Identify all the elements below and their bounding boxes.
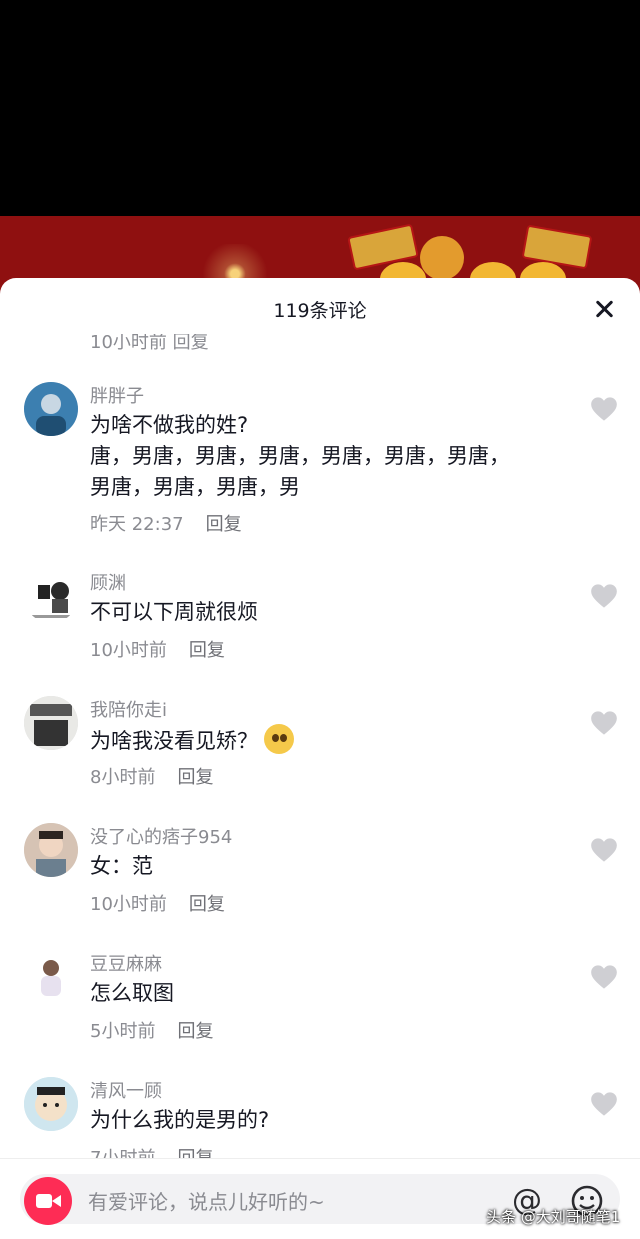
- comment-username[interactable]: 豆豆麻麻: [90, 950, 162, 976]
- tiger-mascot-image: [420, 236, 464, 280]
- comment-text: 怎么取图: [90, 981, 174, 1005]
- reply-button[interactable]: 回复: [189, 640, 225, 661]
- close-icon[interactable]: [590, 296, 618, 324]
- reply-button[interactable]: 回复: [206, 514, 242, 535]
- avatar[interactable]: [24, 569, 78, 623]
- comment-meta: 10小时前 回复: [90, 636, 225, 662]
- sheet-header: 119条评论: [0, 278, 640, 338]
- comment-item: 没了心的痞子954 女：范 10小时前 回复: [0, 823, 640, 923]
- avatar[interactable]: [24, 382, 78, 436]
- comment-text: 为什么我的是男的?: [90, 1108, 270, 1132]
- heart-icon[interactable]: [590, 964, 618, 990]
- watermark: 头条 @大刘哥随笔1: [486, 1208, 621, 1226]
- comment-text: 为啥不做我的姓? 唐，男唐，男唐，男唐，男唐，男唐，男唐， 男唐，男唐，男唐，男: [90, 413, 510, 499]
- comment-input[interactable]: [88, 1187, 488, 1217]
- reply-button[interactable]: 回复: [177, 1148, 213, 1158]
- pleading-face-emoji-icon: [264, 724, 294, 754]
- comment-meta: 7小时前 回复: [90, 1144, 213, 1158]
- comment-time: 10小时前: [90, 894, 167, 915]
- comment-meta: 10小时前 回复: [90, 890, 225, 916]
- comment-username[interactable]: 我陪你走i: [90, 696, 167, 722]
- comments-sheet: 119条评论 10小时前 回复 胖胖子 为啥不做我的姓? 唐，男唐，男唐，男唐，…: [0, 278, 640, 1239]
- comment-text: 女：范: [90, 854, 153, 878]
- comment-username[interactable]: 没了心的痞子954: [90, 823, 232, 849]
- comment-list[interactable]: 10小时前 回复 胖胖子 为啥不做我的姓? 唐，男唐，男唐，男唐，男唐，男唐，男…: [0, 334, 640, 1158]
- camera-icon[interactable]: [24, 1177, 72, 1225]
- comment-input-bar: @ 头条 @大刘哥随笔1: [0, 1158, 640, 1239]
- comment-item: 我陪你走i 为啥我没看见矫？ 8小时前 回复: [0, 696, 640, 796]
- comment-meta: 昨天 22:37 回复: [90, 510, 242, 536]
- comment-time: 5小时前: [90, 1021, 156, 1042]
- avatar[interactable]: [24, 1077, 78, 1131]
- comment-item: 顾渊 不可以下周就很烦 10小时前 回复: [0, 569, 640, 669]
- comment-count-title: 119条评论: [273, 300, 367, 322]
- comment-text-body: 为啥我没看见矫？: [90, 729, 258, 753]
- heart-icon[interactable]: [590, 837, 618, 863]
- comment-time: 10小时前: [90, 640, 167, 661]
- comment-item: 胖胖子 为啥不做我的姓? 唐，男唐，男唐，男唐，男唐，男唐，男唐， 男唐，男唐，…: [0, 382, 640, 542]
- comment-text: 为啥我没看见矫？: [90, 724, 560, 757]
- comment-meta: 8小时前 回复: [90, 763, 213, 789]
- avatar[interactable]: [24, 950, 78, 1004]
- comment-time: 8小时前: [90, 767, 156, 788]
- comment-meta: 5小时前 回复: [90, 1017, 213, 1043]
- heart-icon[interactable]: [590, 1091, 618, 1117]
- comment-item: 豆豆麻麻 怎么取图 5小时前 回复: [0, 950, 640, 1050]
- comment-username[interactable]: 顾渊: [90, 569, 126, 595]
- comment-username[interactable]: 清风一顾: [90, 1077, 162, 1103]
- reply-button[interactable]: 回复: [177, 1021, 213, 1042]
- heart-icon[interactable]: [590, 396, 618, 422]
- heart-icon[interactable]: [590, 710, 618, 736]
- comment-username[interactable]: 胖胖子: [90, 382, 144, 408]
- reply-button[interactable]: 回复: [177, 767, 213, 788]
- comment-time: 7小时前: [90, 1148, 155, 1158]
- comment-text: 不可以下周就很烦: [90, 600, 258, 624]
- avatar[interactable]: [24, 696, 78, 750]
- heart-icon[interactable]: [590, 583, 618, 609]
- video-area[interactable]: [0, 0, 640, 216]
- comment-item: 清风一顾 为什么我的是男的? 7小时前 回复: [0, 1077, 640, 1158]
- reply-button[interactable]: 回复: [189, 894, 225, 915]
- partial-comment-meta: 10小时前 回复: [90, 334, 209, 353]
- comment-time: 昨天 22:37: [90, 514, 184, 535]
- avatar[interactable]: [24, 823, 78, 877]
